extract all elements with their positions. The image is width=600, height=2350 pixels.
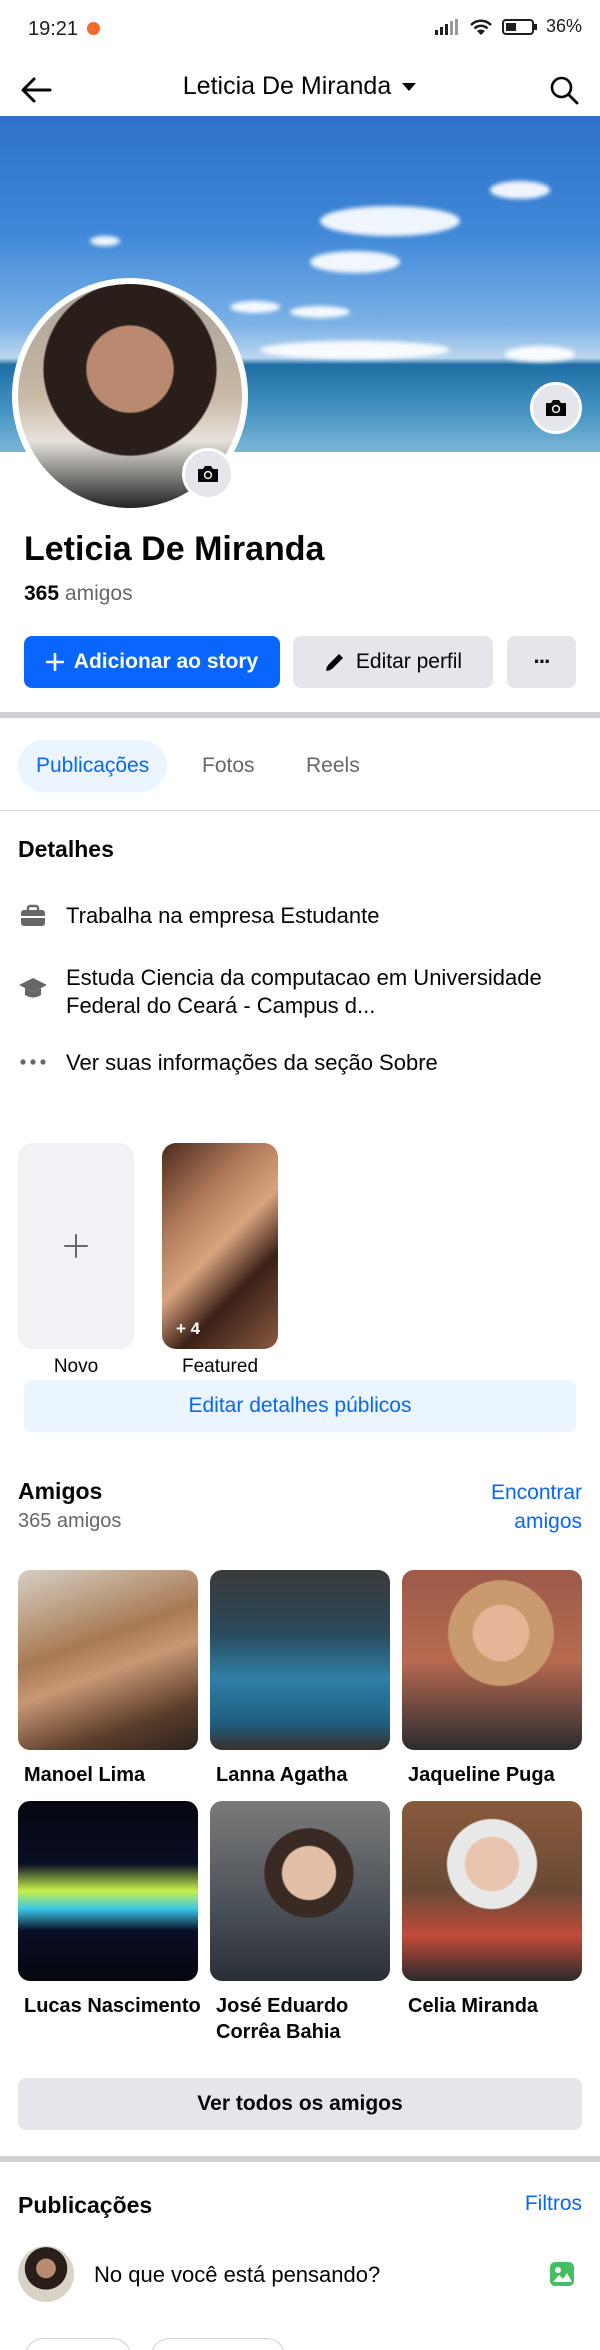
battery-icon (501, 18, 537, 35)
friends-heading: Amigos (18, 1478, 103, 1504)
edit-public-details-button[interactable]: Editar detalhes públicos (24, 1380, 576, 1432)
add-to-story-button[interactable]: Adicionar ao story (24, 636, 280, 688)
post-filter-chip[interactable] (150, 2338, 286, 2350)
see-about-info-text: Ver suas informações da seção Sobre (66, 1050, 438, 1075)
detail-education: Estuda Ciencia da computacao em Universi… (18, 964, 576, 1019)
details-heading: Detalhes (18, 836, 114, 862)
edit-profile-picture-button[interactable] (182, 448, 234, 500)
graduation-cap-icon (19, 978, 47, 998)
composer-avatar (18, 2246, 74, 2302)
friend-name[interactable]: José Eduardo Corrêa Bahia (216, 1993, 402, 2045)
briefcase-icon (21, 904, 45, 926)
friend-photo[interactable] (18, 1570, 198, 1750)
battery-percent: 36% (545, 16, 582, 36)
friend-name[interactable]: Celia Miranda (408, 1993, 594, 2019)
friend-name[interactable]: Jaqueline Puga (408, 1762, 594, 1788)
posts-heading: Publicações (18, 2192, 153, 2218)
notification-dot-icon (87, 22, 100, 35)
status-icons: 36% (434, 16, 582, 37)
back-arrow-icon (21, 77, 52, 103)
friends-count-word: amigos (64, 582, 133, 605)
friends-count-number: 365 (24, 582, 60, 605)
new-featured-button[interactable] (18, 1143, 134, 1349)
tab-photos[interactable]: Fotos (184, 740, 273, 792)
more-options-button[interactable]: ··· (507, 636, 576, 688)
featured-count-badge: + 4 (176, 1319, 201, 1338)
friend-name[interactable]: Lanna Agatha (216, 1762, 402, 1788)
plus-icon (64, 1234, 88, 1258)
camera-icon (198, 466, 218, 482)
search-icon (550, 76, 579, 105)
status-bar: 19:21 36% (0, 0, 600, 60)
back-button[interactable] (14, 68, 58, 112)
find-friends-line2: amigos (514, 1510, 582, 1534)
new-featured-label: Novo (53, 1356, 99, 1377)
add-to-story-label: Adicionar ao story (73, 650, 259, 673)
find-friends-link[interactable]: Encontrar amigos (491, 1478, 582, 1537)
profile-switcher-button[interactable] (165, 66, 435, 110)
plus-icon (45, 653, 64, 671)
edit-profile-label: Editar perfil (355, 650, 463, 673)
edit-cover-button[interactable] (530, 382, 582, 434)
ellipsis-icon: ··· (533, 649, 552, 674)
add-photo-button[interactable] (548, 2260, 576, 2288)
see-all-friends-button[interactable]: Ver todos os amigos (18, 2078, 582, 2130)
friend-photo[interactable] (402, 1570, 582, 1750)
friend-name[interactable]: Lucas Nascimento (24, 1993, 210, 2019)
section-divider (0, 712, 600, 718)
post-filter-chip[interactable] (24, 2338, 132, 2350)
featured-collection-card[interactable]: + 4 (162, 1143, 278, 1349)
wifi-icon (470, 19, 492, 35)
see-about-info-link[interactable]: Ver suas informações da seção Sobre (18, 1049, 576, 1077)
detail-work: Trabalha na empresa Estudante (18, 902, 576, 930)
signal-icon (434, 18, 458, 35)
composer-input[interactable]: No que você está pensando? (94, 2262, 380, 2288)
edit-profile-button[interactable]: Editar perfil (293, 636, 493, 688)
friend-photo[interactable] (18, 1801, 198, 1981)
status-time: 19:21 (28, 18, 79, 40)
friend-name[interactable]: Manoel Lima (24, 1762, 210, 1788)
tab-reels[interactable]: Reels (288, 740, 378, 792)
tab-publications[interactable]: Publicações (18, 740, 168, 792)
friend-photo[interactable] (210, 1801, 390, 1981)
find-friends-line1: Encontrar (490, 1481, 582, 1504)
tabs-divider (0, 810, 600, 811)
pencil-icon (325, 654, 343, 671)
friends-count-text: 365 amigos (18, 1510, 122, 1532)
profile-friends-count[interactable]: 365 amigos (24, 582, 133, 606)
profile-tabs: Publicações Fotos Reels (0, 738, 600, 794)
section-divider (0, 2156, 600, 2162)
photo-icon (550, 2262, 574, 2286)
friend-photo[interactable] (402, 1801, 582, 1981)
detail-education-text: Estuda Ciencia da computacao em Universi… (66, 965, 542, 1018)
friend-photo[interactable] (210, 1570, 390, 1750)
profile-name: Leticia De Miranda (24, 530, 325, 568)
detail-work-text: Trabalha na empresa Estudante (66, 903, 380, 928)
ellipsis-icon (20, 1059, 46, 1065)
top-app-bar: Leticia De Miranda (0, 60, 600, 116)
search-button[interactable] (542, 68, 586, 112)
camera-icon (546, 400, 566, 416)
filters-link[interactable]: Filtros (525, 2192, 582, 2216)
featured-label: Featured (181, 1356, 259, 1377)
